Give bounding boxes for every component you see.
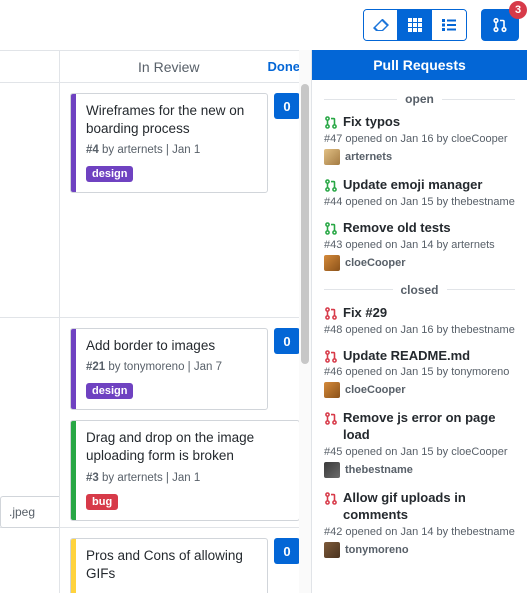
pr-meta: #42 opened on Jan 14 by thebestname (324, 526, 515, 538)
column-partial-left: .jpeg (0, 51, 60, 593)
git-pull-request-icon (324, 306, 338, 321)
list-icon (442, 18, 456, 32)
grid-view-button[interactable] (398, 10, 432, 40)
pr-meta: #47 opened on Jan 16 by cloeCooper (324, 133, 515, 145)
view-switcher (363, 9, 467, 41)
pr-assignee: tonymoreno (324, 542, 515, 558)
card-meta: #3 by arternets | Jan 1 (86, 472, 289, 484)
card-count-badge[interactable]: 0 (274, 93, 300, 119)
pr-count-badge: 3 (509, 1, 527, 19)
label-design: design (86, 166, 133, 182)
assignee-name: tonymoreno (345, 544, 409, 556)
assignee-name: cloeCooper (345, 384, 406, 396)
assignee-name: cloeCooper (345, 257, 406, 269)
pr-item[interactable]: Fix typos #47 opened on Jan 16 by cloeCoo… (324, 114, 515, 165)
pr-panel-title: Pull Requests (312, 50, 527, 80)
eraser-button[interactable] (364, 10, 398, 40)
avatar (324, 542, 340, 558)
git-pull-request-icon (324, 491, 338, 506)
issue-card[interactable]: Add border to images #21 by tonymoreno |… (70, 328, 268, 410)
avatar (324, 149, 340, 165)
card-meta: #4 by arternets | Jan 1 (86, 144, 257, 156)
top-toolbar: 3 (0, 0, 527, 50)
column-in-review: In Review Done Wireframes for the new on… (60, 51, 311, 593)
pr-item[interactable]: Update README.md#46 opened on Jan 15 by … (324, 348, 515, 399)
pr-title: Fix typos (343, 114, 400, 131)
pr-item[interactable]: Remove old tests #43 opened on Jan 14 by … (324, 220, 515, 271)
pr-assignee: cloeCooper (324, 382, 515, 398)
pr-title: Remove js error on page load (343, 410, 515, 444)
card-title: Drag and drop on the image uploading for… (86, 429, 289, 465)
git-pull-request-icon (324, 115, 338, 130)
avatar (324, 462, 340, 478)
list-view-button[interactable] (432, 10, 466, 40)
card-meta: #21 by tonymoreno | Jan 7 (86, 361, 257, 373)
pr-title: Remove old tests (343, 220, 451, 237)
git-pull-request-icon (324, 221, 338, 236)
column-title: In Review (70, 59, 268, 75)
pr-panel-body[interactable]: open Fix typos #47 opened on Jan 16 by clo… (312, 80, 527, 593)
pr-assignee: thebestname (324, 462, 515, 478)
git-pull-request-icon (324, 411, 338, 426)
label-design: design (86, 383, 133, 399)
issue-card[interactable]: Wireframes for the new on boarding proce… (70, 93, 268, 193)
eraser-icon (373, 19, 389, 31)
pr-item[interactable]: Update emoji manager #44 opened on Jan 15… (324, 177, 515, 208)
pr-meta: #44 opened on Jan 15 by thebestname (324, 196, 515, 208)
assignee-name: arternets (345, 151, 392, 163)
pr-assignee: arternets (324, 149, 515, 165)
pr-item[interactable]: Fix #29 #48 opened on Jan 16 by thebestna… (324, 305, 515, 336)
avatar (324, 255, 340, 271)
pull-requests-button[interactable]: 3 (481, 9, 519, 41)
grid-icon (408, 18, 422, 32)
pr-title: Update emoji manager (343, 177, 482, 194)
assignee-name: thebestname (345, 464, 413, 476)
done-button[interactable]: Done (268, 59, 301, 74)
git-pull-request-icon (492, 17, 508, 33)
scrollbar-thumb[interactable] (301, 84, 309, 364)
card-count-badge[interactable]: 0 (274, 538, 300, 564)
pr-meta: #48 opened on Jan 16 by thebestname (324, 324, 515, 336)
pr-title: Fix #29 (343, 305, 387, 322)
issue-card[interactable]: Drag and drop on the image uploading for… (70, 420, 300, 520)
pr-title: Allow gif uploads in comments (343, 490, 515, 524)
card-title: Add border to images (86, 337, 257, 355)
git-pull-request-icon (324, 178, 338, 193)
avatar (324, 382, 340, 398)
pr-meta: #43 opened on Jan 14 by arternets (324, 239, 515, 251)
pr-meta: #45 opened on Jan 15 by cloeCooper (324, 446, 515, 458)
card-partial[interactable]: .jpeg (0, 496, 59, 528)
pr-title: Update README.md (343, 348, 470, 365)
pr-assignee: cloeCooper (324, 255, 515, 271)
board-scrollbar[interactable] (299, 50, 311, 593)
kanban-board: .jpeg In Review Done Wireframes for the … (0, 50, 311, 593)
card-title: Pros and Cons of allowing GIFs (86, 547, 257, 583)
label-bug: bug (86, 494, 118, 510)
card-title: Wireframes for the new on boarding proce… (86, 102, 257, 138)
pr-section-closed: closed (324, 283, 515, 297)
pr-meta: #46 opened on Jan 15 by tonymoreno (324, 366, 515, 378)
pr-item[interactable]: Remove js error on page load #45 opened o… (324, 410, 515, 478)
git-pull-request-icon (324, 349, 338, 364)
column-header: In Review Done (60, 51, 310, 83)
pr-section-open: open (324, 92, 515, 106)
column-header (0, 51, 59, 83)
column-body: Wireframes for the new on boarding proce… (60, 83, 310, 593)
pull-requests-panel: Pull Requests open Fix typos #47 opened on… (311, 50, 527, 593)
issue-card[interactable]: Pros and Cons of allowing GIFs (70, 538, 268, 593)
card-count-badge[interactable]: 0 (274, 328, 300, 354)
pr-item[interactable]: Allow gif uploads in comments #42 opened … (324, 490, 515, 558)
